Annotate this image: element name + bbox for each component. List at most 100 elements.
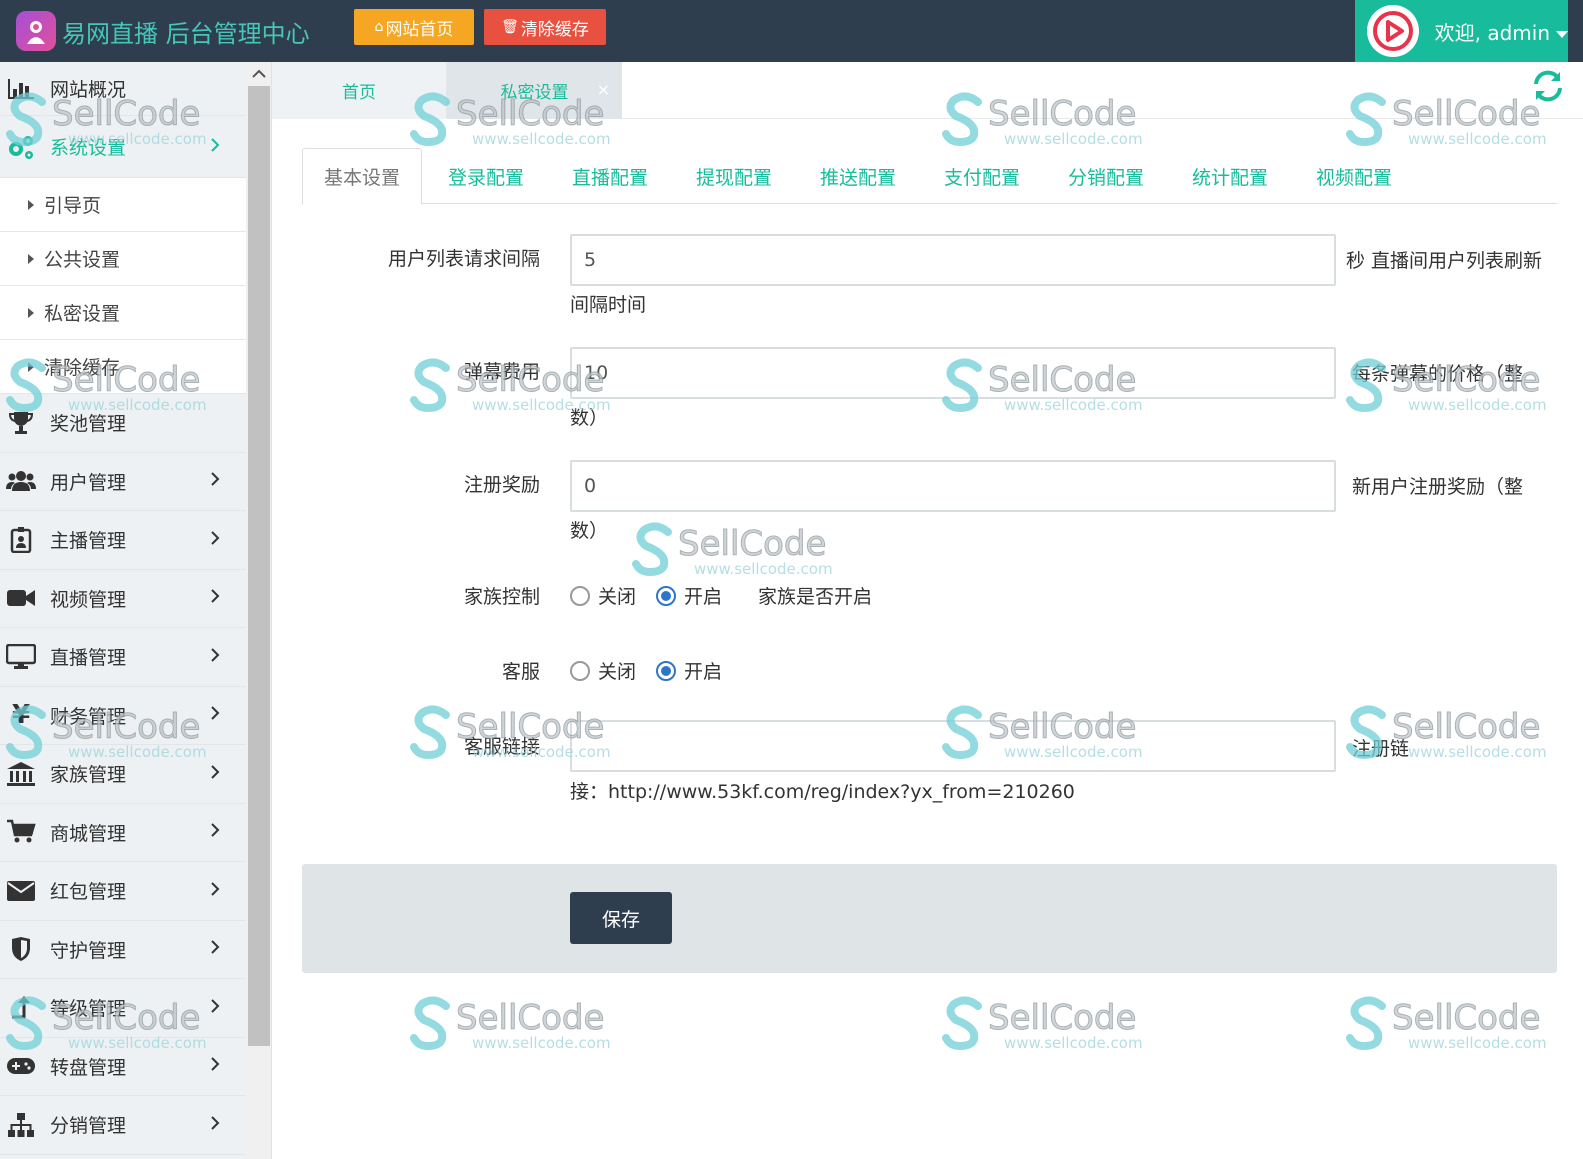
shield-icon xyxy=(6,934,36,964)
sidebar-subitem-public-settings[interactable]: 公共设置 xyxy=(0,232,246,286)
sidebar-scrollbar[interactable] xyxy=(246,62,271,1159)
page-tabs: 首页 私密设置 × xyxy=(272,62,1583,119)
refresh-icon[interactable] xyxy=(1530,68,1566,104)
subtab-video[interactable]: 视频配置 xyxy=(1294,148,1414,204)
subtab-distribution[interactable]: 分销配置 xyxy=(1046,148,1166,204)
chevron-right-icon xyxy=(210,647,220,667)
subtab-live[interactable]: 直播配置 xyxy=(550,148,670,204)
sidebar-item-guard[interactable]: 守护管理 xyxy=(0,921,246,979)
sidebar-item-live[interactable]: 直播管理 xyxy=(0,628,246,687)
clear-cache-button[interactable]: 🗑 清除缓存 xyxy=(484,9,606,45)
sidebar-item-videos[interactable]: 视频管理 xyxy=(0,570,246,628)
trash-icon: 🗑 xyxy=(501,19,519,35)
customer-service-label: 客服 xyxy=(501,661,540,683)
sidebar-item-label: 主播管理 xyxy=(50,530,127,553)
sidebar-item-label: 守护管理 xyxy=(50,939,127,962)
sidebar-item-overview[interactable]: 网站概况 xyxy=(0,62,246,116)
sidebar-item-jackpot[interactable]: 奖池管理 xyxy=(0,394,246,453)
sidebar-item-levels[interactable]: 等级管理 xyxy=(0,979,246,1038)
clear-cache-label: 清除缓存 xyxy=(520,19,589,40)
close-icon[interactable]: × xyxy=(597,80,610,99)
subtab-basic[interactable]: 基本设置 xyxy=(302,148,422,205)
sidebar-item-label: 系统设置 xyxy=(50,137,127,159)
sidebar-subitem-private-settings[interactable]: 私密设置 xyxy=(0,286,246,340)
barrage-fee-input[interactable]: 10 xyxy=(570,347,1336,399)
radio-off[interactable] xyxy=(570,585,590,606)
family-control-label: 家族控制 xyxy=(463,586,540,608)
subtab-push[interactable]: 推送配置 xyxy=(798,148,918,204)
customer-service-on[interactable]: 开启 xyxy=(656,657,722,684)
user-menu[interactable]: 欢迎, admin xyxy=(1355,0,1568,62)
scrollbar-thumb[interactable] xyxy=(248,86,270,1046)
subtab-statistics[interactable]: 统计配置 xyxy=(1170,148,1290,204)
brand[interactable]: 易网直播 后台管理中心 xyxy=(16,8,310,54)
cart-icon xyxy=(6,817,36,847)
sidebar-item-users[interactable]: 用户管理 xyxy=(0,453,246,511)
family-control-radios: 关闭 开启 家族是否开启 xyxy=(570,582,872,609)
tab-label: 私密设置 xyxy=(500,83,569,103)
sidebar-item-label: 用户管理 xyxy=(50,471,127,494)
sidebar-menu: 网站概况 系统设置 引导页 公共设置 私密设置 清除缓存 奖池管理 用户管理 主… xyxy=(0,62,246,1155)
tab-private-settings[interactable]: 私密设置 × xyxy=(447,62,622,119)
chevron-right-icon xyxy=(210,588,220,608)
sidebar-item-mall[interactable]: 商城管理 xyxy=(0,804,246,862)
sidebar-item-anchors[interactable]: 主播管理 xyxy=(0,511,246,570)
sidebar-item-label: 转盘管理 xyxy=(50,1056,127,1079)
radio-on[interactable] xyxy=(656,660,677,681)
sidebar-subitem-label: 公共设置 xyxy=(44,249,121,271)
sidebar-item-system-settings[interactable]: 系统设置 xyxy=(0,116,246,178)
user-list-interval-input[interactable]: 5 xyxy=(570,234,1336,286)
user-list-interval-label: 用户列表请求间隔 xyxy=(387,248,540,270)
service-link-help: 注册链 xyxy=(1352,738,1410,760)
app-logo-icon xyxy=(16,11,56,51)
chevron-right-icon xyxy=(210,1115,220,1135)
sidebar-item-family[interactable]: 家族管理 xyxy=(0,745,246,804)
bank-icon xyxy=(6,759,36,789)
sitemap-icon xyxy=(6,1110,36,1140)
sidebar-item-label: 直播管理 xyxy=(50,647,127,670)
tab-home[interactable]: 首页 xyxy=(272,62,447,119)
sidebar-subitem-label: 清除缓存 xyxy=(44,357,121,379)
chevron-right-icon xyxy=(210,705,220,725)
trophy-icon xyxy=(6,408,36,438)
radio-on[interactable] xyxy=(656,585,677,606)
register-reward-help: 新用户注册奖励（整 xyxy=(1352,476,1524,498)
radio-label: 关闭 xyxy=(598,661,637,683)
chevron-right-icon xyxy=(210,137,220,157)
badge-icon xyxy=(6,525,36,555)
save-button[interactable]: 保存 xyxy=(570,892,672,944)
sidebar-item-turntable[interactable]: 转盘管理 xyxy=(0,1038,246,1096)
envelope-icon xyxy=(6,876,36,906)
sidebar-item-redpacket[interactable]: 红包管理 xyxy=(0,862,246,921)
gamepad-icon xyxy=(6,1051,36,1081)
radio-off[interactable] xyxy=(570,660,590,681)
caret-right-icon xyxy=(28,253,34,264)
subtab-login[interactable]: 登录配置 xyxy=(426,148,546,204)
welcome-text[interactable]: 欢迎, admin xyxy=(1435,17,1568,46)
family-control-off[interactable]: 关闭 xyxy=(570,582,636,609)
avatar xyxy=(1367,5,1419,57)
subtab-payment[interactable]: 支付配置 xyxy=(922,148,1042,204)
scroll-up-icon[interactable] xyxy=(246,62,271,86)
barrage-fee-label: 弹幕费用 xyxy=(463,361,540,383)
sidebar-item-finance[interactable]: ¥ 财务管理 xyxy=(0,687,246,745)
sidebar-item-distribution[interactable]: 分销管理 xyxy=(0,1096,246,1155)
subtab-withdraw[interactable]: 提现配置 xyxy=(674,148,794,204)
service-link-input[interactable] xyxy=(570,720,1336,772)
users-icon xyxy=(6,466,36,496)
family-control-on[interactable]: 开启 xyxy=(656,582,722,609)
site-home-button[interactable]: ⌂ 网站首页 xyxy=(354,9,474,45)
chevron-right-icon xyxy=(210,881,220,901)
register-reward-input[interactable]: 0 xyxy=(570,460,1336,512)
home-icon: ⌂ xyxy=(374,19,384,35)
customer-service-off[interactable]: 关闭 xyxy=(570,657,636,684)
caret-right-icon xyxy=(28,307,34,318)
sidebar-subitem-guide[interactable]: 引导页 xyxy=(0,178,246,232)
customer-service-radios: 关闭 开启 xyxy=(570,657,742,684)
bar-chart-icon xyxy=(6,74,36,104)
radio-label: 开启 xyxy=(684,586,723,608)
sidebar-subitem-clear-cache[interactable]: 清除缓存 xyxy=(0,340,246,394)
sidebar-item-label: 红包管理 xyxy=(50,881,127,904)
chevron-right-icon xyxy=(210,822,220,842)
user-list-interval-value: 5 xyxy=(584,249,597,271)
